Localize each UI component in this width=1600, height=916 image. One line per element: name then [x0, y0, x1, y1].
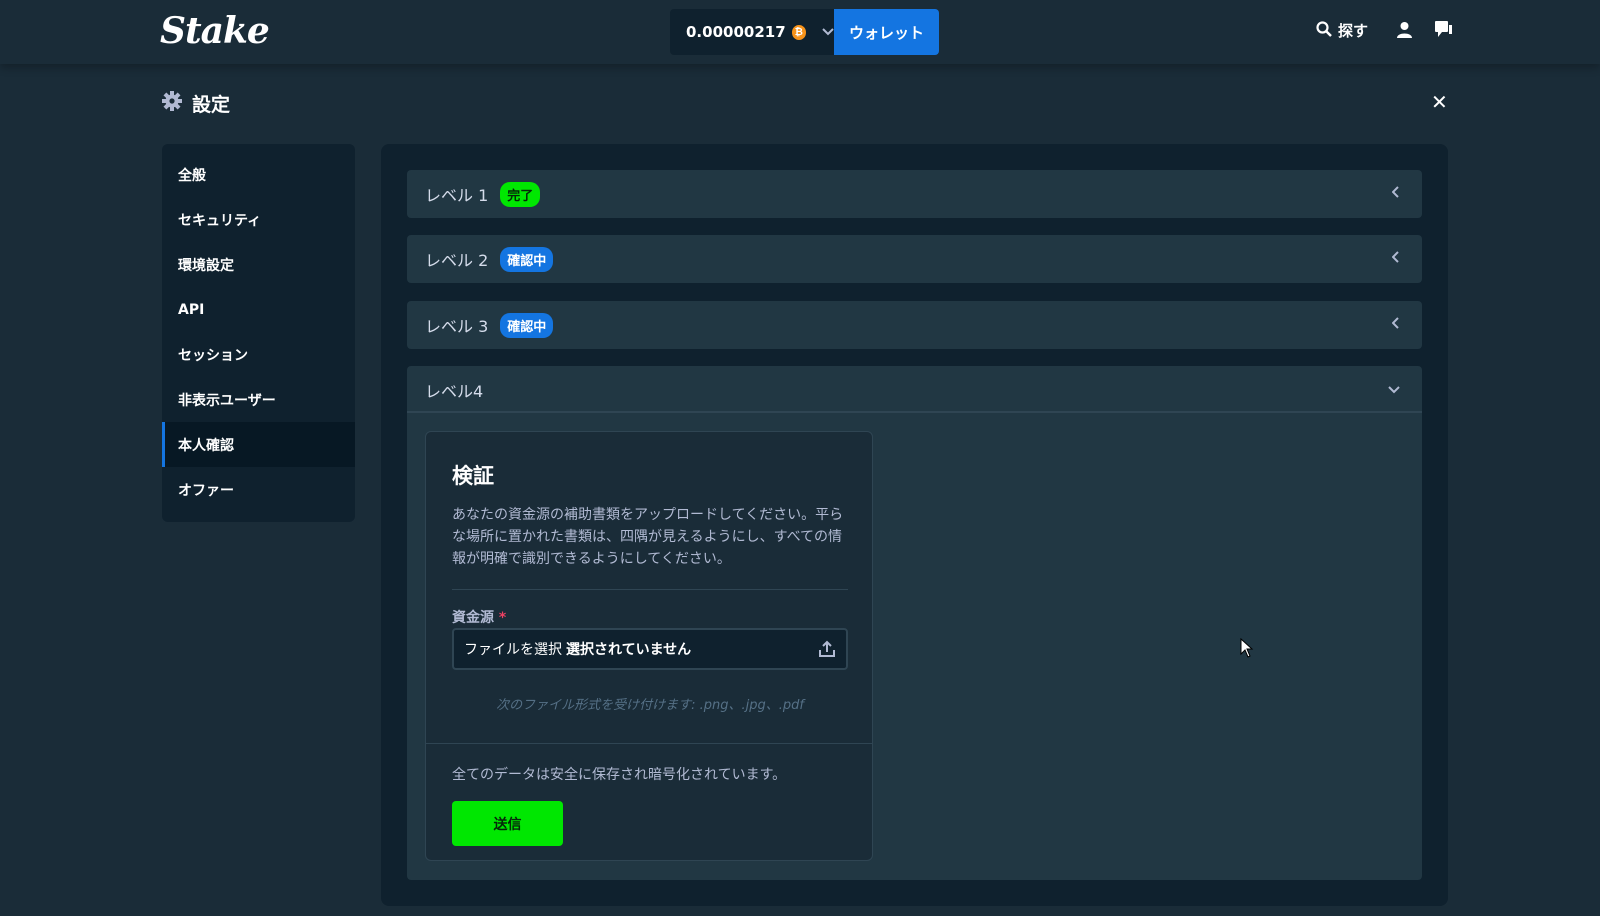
sidebar-item-verification[interactable]: 本人確認	[162, 422, 355, 467]
page-title: 設定	[192, 94, 231, 116]
file-upload-input[interactable]: ファイルを選択 選択されていません	[452, 628, 848, 670]
level-label: レベル 1	[425, 186, 489, 205]
chevron-left-icon	[1391, 317, 1400, 333]
card-description: あなたの資金源の補助書類をアップロードしてください。平らな場所に置かれた書類は、…	[452, 507, 844, 567]
user-icon[interactable]	[1396, 21, 1413, 42]
bitcoin-icon: ₿	[791, 24, 806, 40]
search-button[interactable]: 探す	[1316, 20, 1368, 41]
source-of-funds-label: 資金源 *	[452, 607, 506, 627]
field-label-text: 資金源	[452, 610, 494, 626]
level-4-row[interactable]: レベル4	[407, 366, 1422, 414]
sidebar-item-general[interactable]: 全般	[162, 152, 355, 197]
level-label: レベル 3	[425, 317, 489, 336]
wallet-button[interactable]: ウォレット	[834, 9, 939, 55]
upload-icon[interactable]	[818, 640, 836, 662]
search-icon	[1316, 20, 1332, 41]
sidebar-item-ignored-users[interactable]: 非表示ユーザー	[162, 377, 355, 422]
sidebar-item-offers[interactable]: オファー	[162, 467, 355, 512]
sidebar-item-sessions[interactable]: セッション	[162, 332, 355, 377]
balance-selector[interactable]: 0.00000217 ₿	[670, 9, 834, 55]
level-label: レベル 2	[425, 251, 489, 270]
level-3-row[interactable]: レベル 3 確認中	[407, 301, 1422, 349]
file-status: 選択されていません	[566, 642, 692, 658]
status-badge: 確認中	[500, 246, 554, 272]
level-2-row[interactable]: レベル 2 確認中	[407, 235, 1422, 283]
sidebar-item-api[interactable]: API	[162, 287, 355, 332]
status-badge: 確認中	[500, 312, 554, 338]
top-bar: Stake 0.00000217 ₿ ウォレット 探す	[0, 0, 1600, 64]
divider	[407, 411, 1422, 413]
settings-header: 設定	[162, 90, 230, 117]
submit-button[interactable]: 送信	[452, 801, 563, 846]
level-1-row[interactable]: レベル 1 完了	[407, 170, 1422, 218]
close-icon[interactable]: ✕	[1431, 90, 1448, 114]
divider	[426, 743, 872, 744]
security-note: 全てのデータは安全に保存され暗号化されています。	[452, 767, 787, 783]
balance-amount: 0.00000217	[686, 23, 786, 41]
chevron-left-icon	[1391, 251, 1400, 267]
sidebar-item-security[interactable]: セキュリティ	[162, 197, 355, 242]
status-badge: 完了	[500, 181, 541, 207]
sidebar-item-preferences[interactable]: 環境設定	[162, 242, 355, 287]
chat-icon[interactable]	[1435, 21, 1452, 42]
card-title: 検証	[452, 464, 494, 488]
search-label: 探す	[1338, 22, 1369, 40]
verification-card: 検証 あなたの資金源の補助書類をアップロードしてください。平らな場所に置かれた書…	[425, 431, 873, 861]
stake-logo[interactable]: Stake	[160, 10, 270, 52]
chevron-down-icon	[1388, 382, 1400, 398]
divider	[452, 589, 848, 590]
settings-sidebar: 全般 セキュリティ 環境設定 API セッション 非表示ユーザー 本人確認 オフ…	[162, 144, 355, 522]
required-mark: *	[498, 610, 507, 626]
file-format-hint: 次のファイル形式を受け付けます: .png、.jpg、.pdf	[496, 698, 804, 713]
mouse-cursor-icon	[1240, 637, 1254, 662]
chevron-left-icon	[1391, 186, 1400, 202]
level-label: レベル4	[425, 382, 484, 401]
chevron-down-icon	[822, 25, 834, 39]
choose-file-button[interactable]: ファイルを選択	[464, 639, 562, 659]
gear-icon	[162, 91, 182, 116]
